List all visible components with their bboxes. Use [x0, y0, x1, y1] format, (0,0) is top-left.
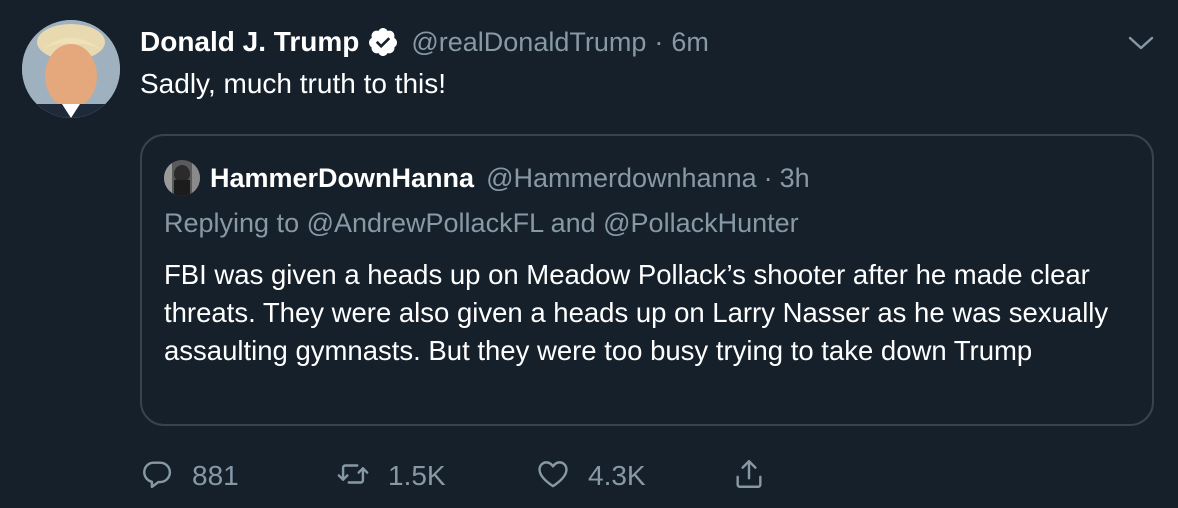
replying-to-text: Replying to @AndrewPollackFL and @Pollac…	[164, 208, 799, 238]
quoted-tweet-text: FBI was given a heads up on Meadow Polla…	[164, 259, 1109, 366]
tweet-header: Donald J. Trump @realDonaldTrump · 6m	[140, 24, 709, 60]
retweet-button[interactable]: 1.5K	[336, 456, 446, 496]
like-button[interactable]: 4.3K	[536, 456, 646, 496]
separator-dot: ·	[654, 26, 664, 57]
tweet-timestamp[interactable]: 6m	[671, 27, 709, 58]
like-icon	[536, 457, 570, 496]
tweet-text: Sadly, much truth to this!	[140, 68, 447, 99]
reply-count: 881	[192, 460, 239, 491]
like-count: 4.3K	[588, 460, 646, 491]
quoted-author-avatar	[164, 160, 200, 196]
tweet-actions: 881 1.5K 4.3K	[140, 456, 780, 496]
quoted-tweet-timestamp: 3h	[779, 162, 810, 193]
author-avatar[interactable]	[22, 20, 120, 118]
retweet-count: 1.5K	[388, 460, 446, 491]
separator-dot: ·	[763, 162, 773, 193]
share-button[interactable]	[732, 456, 766, 496]
chevron-down-icon[interactable]	[1126, 30, 1156, 56]
author-handle[interactable]: @realDonaldTrump	[411, 27, 646, 58]
quoted-tweet-header: HammerDownHanna @Hammerdownhanna · 3h	[164, 160, 810, 196]
verified-badge-icon	[367, 26, 399, 58]
quoted-tweet[interactable]: HammerDownHanna @Hammerdownhanna · 3h Re…	[140, 134, 1154, 426]
reply-icon	[140, 457, 174, 496]
reply-button[interactable]: 881	[140, 456, 239, 496]
share-icon	[732, 457, 766, 496]
author-name[interactable]: Donald J. Trump	[140, 26, 359, 58]
quoted-author-name: HammerDownHanna	[210, 162, 475, 193]
quoted-author-handle: @Hammerdownhanna	[486, 162, 757, 193]
retweet-icon	[336, 457, 370, 496]
tweet: Donald J. Trump @realDonaldTrump · 6m Sa…	[0, 0, 1178, 508]
